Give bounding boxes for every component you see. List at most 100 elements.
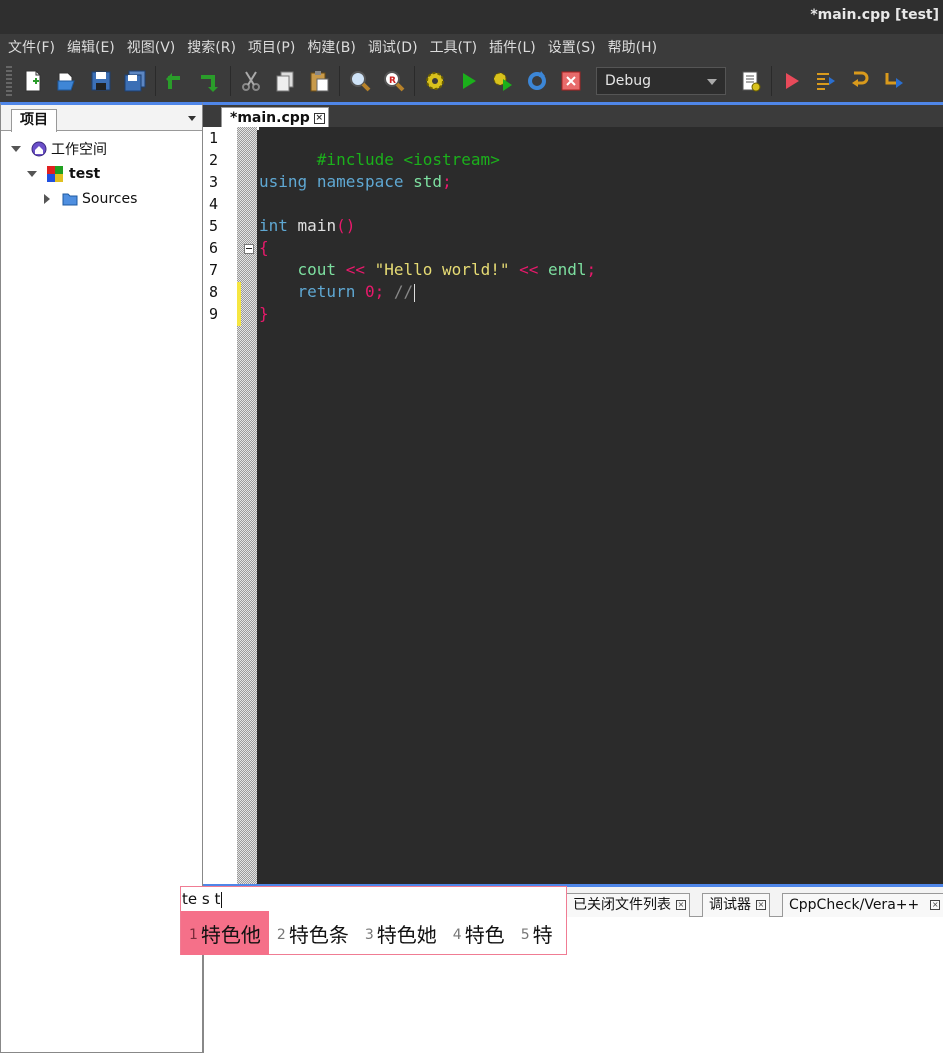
ime-candidate[interactable]: 1 特色他 — [181, 911, 269, 955]
project-panel-tabs: 项目 — [1, 105, 202, 132]
save-button[interactable] — [84, 64, 118, 98]
gear-icon — [426, 72, 444, 90]
ime-candidate[interactable]: 3 特色她 — [357, 911, 445, 955]
close-icon[interactable]: × — [676, 900, 686, 910]
candidate-number: 2 — [276, 927, 286, 943]
rebuild-button[interactable] — [520, 64, 554, 98]
tree-item-workspace[interactable]: 工作空间 — [11, 138, 107, 160]
tree-item-sources[interactable]: Sources — [44, 188, 137, 210]
menu-build[interactable]: 构建(B) — [303, 37, 364, 57]
identifier-token: std — [413, 172, 443, 191]
fold-margin[interactable] — [237, 127, 257, 884]
candidate-number: 5 — [520, 927, 530, 943]
tab-projects[interactable]: 项目 — [11, 109, 57, 132]
operator-token: ; — [442, 172, 452, 191]
number-token: 0 — [364, 282, 375, 301]
editor-area: *main.cpp × 1 2 3 4 5 6 7 8 9 #include <… — [203, 102, 943, 884]
candidate-number: 3 — [364, 927, 374, 943]
line-number: 6 — [209, 239, 219, 257]
scissors-icon — [242, 71, 260, 91]
build-button[interactable] — [418, 64, 452, 98]
run-button[interactable] — [452, 64, 486, 98]
paste-button[interactable] — [302, 64, 336, 98]
menu-view[interactable]: 视图(V) — [123, 37, 184, 57]
tree-item-project[interactable]: test — [27, 163, 100, 185]
build-and-run-button[interactable] — [486, 64, 520, 98]
run-to-cursor-button[interactable] — [809, 64, 843, 98]
code-editor[interactable]: #include <iostream> using namespace std;… — [259, 127, 943, 884]
menu-search[interactable]: 搜索(R) — [183, 37, 244, 57]
operator-token: << — [345, 260, 365, 279]
next-line-button[interactable] — [843, 64, 877, 98]
candidate-number: 4 — [452, 927, 462, 943]
menu-edit[interactable]: 编辑(E) — [63, 37, 123, 57]
toolbar-separator — [155, 66, 156, 96]
expand-arrow-icon[interactable] — [11, 146, 21, 152]
text-cursor — [414, 283, 416, 302]
build-target-value: Debug — [605, 73, 652, 89]
menu-help[interactable]: 帮助(H) — [604, 37, 665, 57]
tab-debugger[interactable]: 调试器 × — [702, 893, 770, 917]
ime-candidate[interactable]: 5 特 — [513, 911, 561, 955]
tab-label: CppCheck/Vera++ — [789, 897, 920, 913]
code-line-1: #include <iostream> — [259, 127, 500, 169]
line-number: 5 — [209, 217, 219, 235]
copy-button[interactable] — [268, 64, 302, 98]
cut-button[interactable] — [234, 64, 268, 98]
project-icon — [47, 166, 63, 182]
candidate-text: 特 — [532, 922, 553, 947]
change-marker — [237, 282, 241, 326]
run-to-cursor-icon — [817, 73, 835, 90]
menu-tools[interactable]: 工具(T) — [426, 37, 485, 57]
ime-candidate[interactable]: 4 特色 — [445, 911, 513, 955]
preprocessor-token: #include <iostream> — [316, 150, 500, 169]
chevron-down-icon — [707, 79, 717, 85]
debug-continue-button[interactable] — [775, 64, 809, 98]
play-icon — [463, 73, 476, 89]
window-title: *main.cpp [test] — [810, 7, 939, 23]
menu-bar: 文件(F) 编辑(E) 视图(V) 搜索(R) 项目(P) 构建(B) 调试(D… — [0, 34, 943, 60]
collapsed-arrow-icon[interactable] — [44, 194, 50, 204]
menu-project[interactable]: 项目(P) — [244, 37, 303, 57]
build-target-select[interactable]: Debug — [596, 67, 726, 95]
undo-button[interactable] — [159, 64, 193, 98]
line-number: 3 — [209, 173, 219, 191]
fold-toggle-icon[interactable] — [244, 244, 254, 254]
toolbar-grip[interactable] — [6, 66, 12, 96]
close-icon[interactable]: × — [930, 900, 941, 910]
redo-button[interactable] — [193, 64, 227, 98]
code-line-9: } — [259, 303, 269, 325]
chevron-down-icon[interactable] — [188, 116, 196, 121]
ime-preedit: te s t — [182, 890, 223, 908]
tab-cppcheck[interactable]: CppCheck/Vera++ × — [782, 893, 943, 917]
workspace-icon — [31, 141, 47, 157]
show-target-dialog-button[interactable] — [734, 64, 768, 98]
tab-closed-files[interactable]: 已关闭文件列表 × — [566, 893, 690, 917]
identifier-token: cout — [297, 260, 337, 279]
new-file-button[interactable] — [16, 64, 50, 98]
line-number: 8 — [209, 283, 219, 301]
expand-arrow-icon[interactable] — [27, 171, 37, 177]
menu-plugins[interactable]: 插件(L) — [485, 37, 544, 57]
menu-settings[interactable]: 设置(S) — [544, 37, 604, 57]
menu-debug[interactable]: 调试(D) — [364, 37, 426, 57]
line-number: 9 — [209, 305, 219, 323]
close-icon[interactable]: × — [756, 900, 766, 910]
open-file-button[interactable] — [50, 64, 84, 98]
line-number: 7 — [209, 261, 219, 279]
editor-tabs: *main.cpp × — [203, 102, 943, 130]
toolbar-separator — [230, 66, 231, 96]
identifier-token: main — [297, 216, 337, 235]
close-icon[interactable]: × — [313, 113, 325, 124]
step-into-button[interactable] — [877, 64, 911, 98]
abort-button[interactable] — [554, 64, 588, 98]
find-button[interactable] — [343, 64, 377, 98]
save-all-button[interactable] — [118, 64, 152, 98]
menu-file[interactable]: 文件(F) — [4, 37, 63, 57]
undo-icon — [166, 73, 180, 89]
operator-token: () — [336, 216, 356, 235]
line-number: 1 — [209, 129, 219, 147]
ime-candidate[interactable]: 2 特色条 — [269, 911, 357, 955]
toolbar-separator — [771, 66, 772, 96]
replace-button[interactable]: R — [377, 64, 411, 98]
